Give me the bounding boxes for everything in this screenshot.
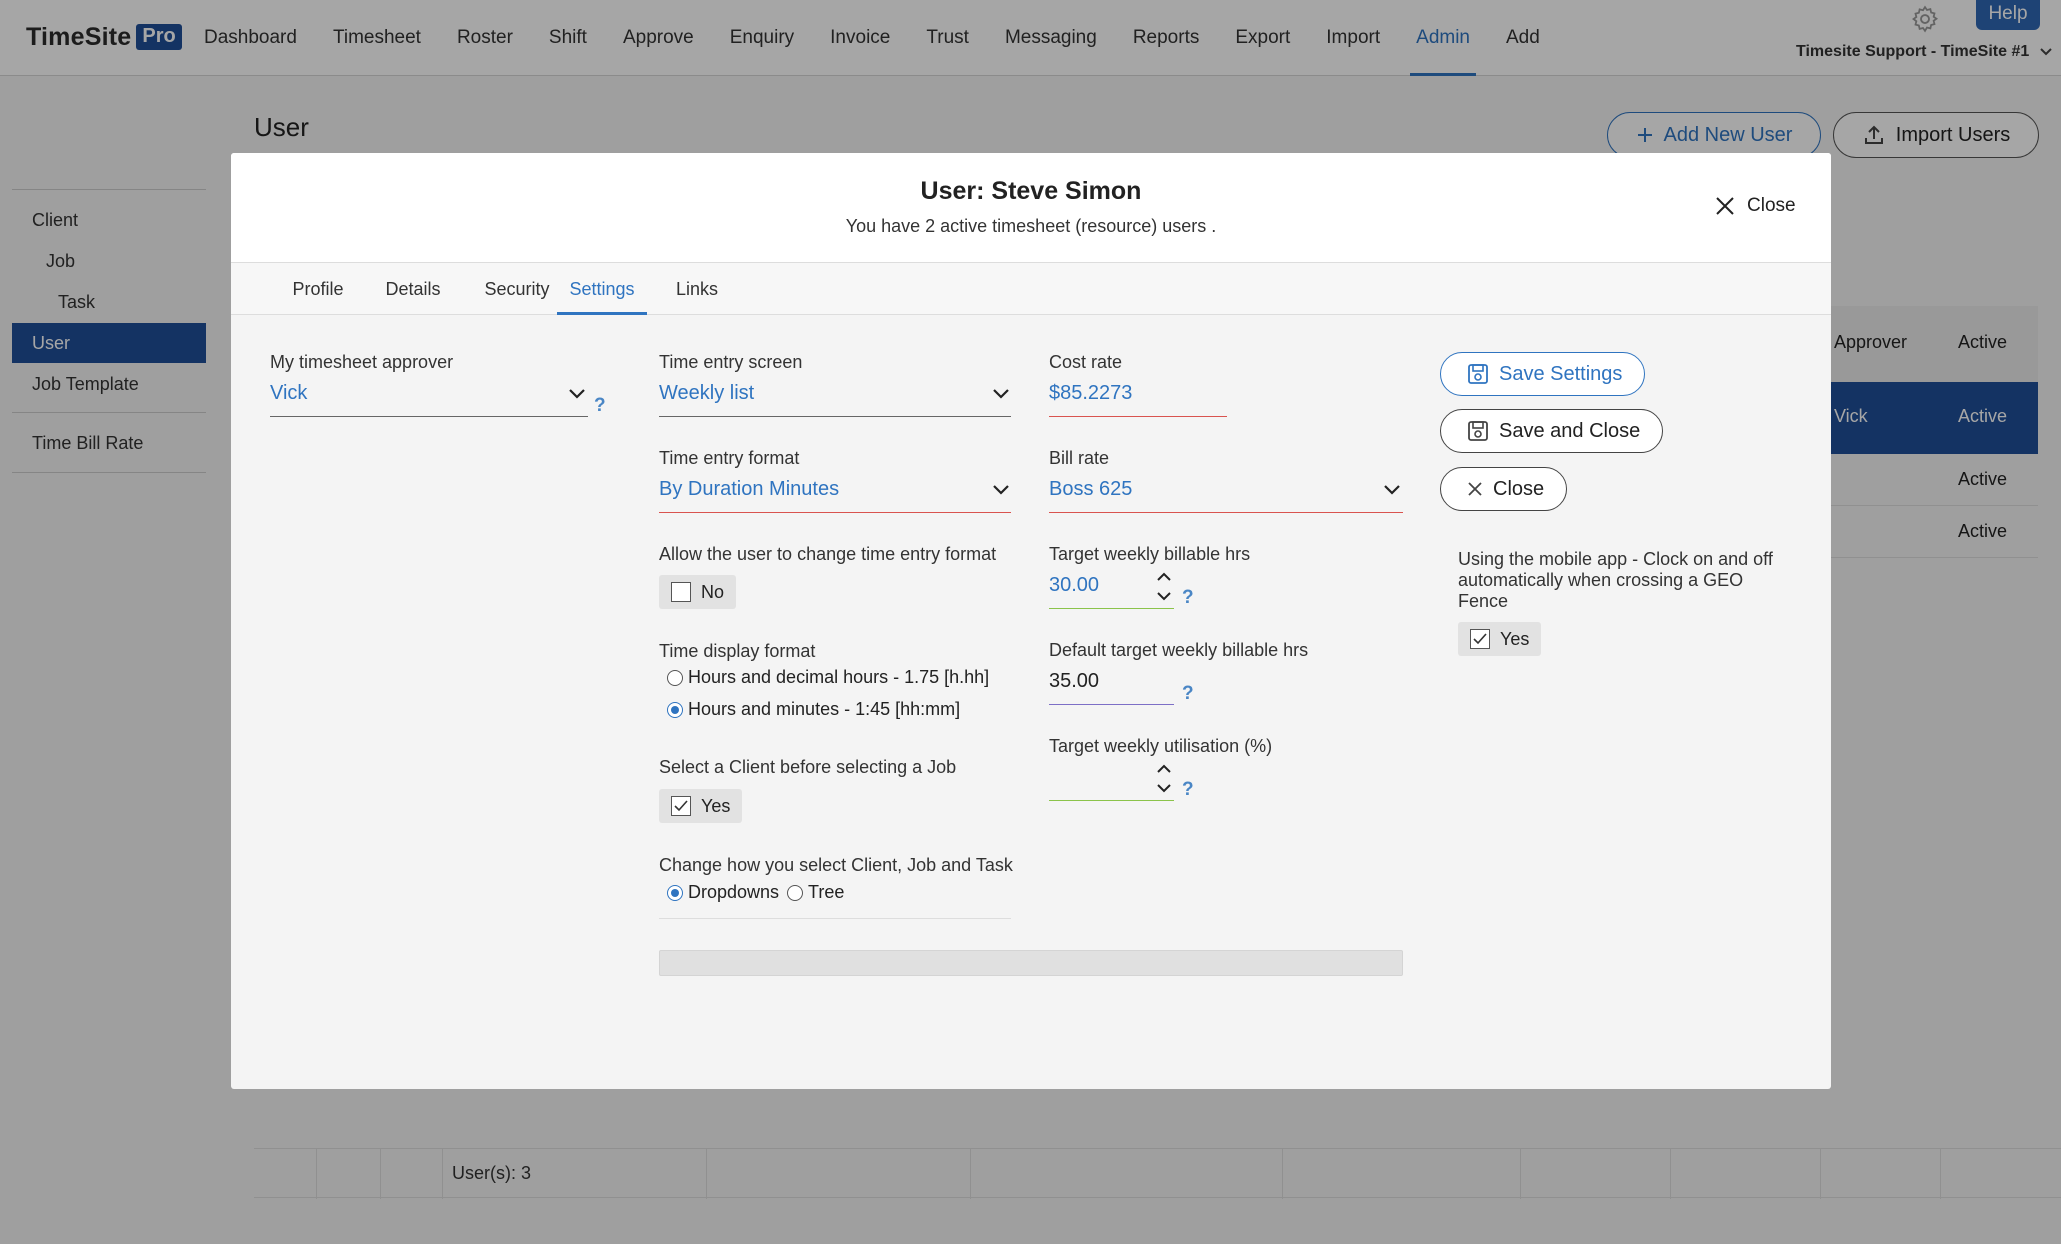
checkbox-unchecked-icon	[671, 582, 691, 602]
cost-rate-input[interactable]: $85.2273	[1049, 382, 1132, 405]
radio-hours-minutes[interactable]: Hours and minutes - 1:45 [hh:mm]	[667, 699, 960, 720]
close-icon	[1467, 481, 1483, 497]
save-settings-label: Save Settings	[1499, 362, 1623, 385]
time-display-format-label: Time display format	[659, 641, 816, 661]
number-spinner-icon[interactable]	[1155, 761, 1173, 797]
select-client-first-label: Select a Client before selecting a Job	[659, 757, 957, 777]
modal-header: User: Steve Simon You have 2 active time…	[231, 153, 1831, 263]
select-client-first-checkbox[interactable]: Yes	[659, 789, 743, 823]
chevron-down-icon[interactable]	[568, 388, 586, 400]
geo-fence-checkbox[interactable]: Yes	[1458, 622, 1542, 656]
target-weekly-utilisation-label: Target weekly utilisation (%)	[1049, 736, 1273, 756]
cost-rate-underline	[1049, 416, 1227, 417]
close-button[interactable]: Close	[1440, 467, 1568, 511]
radio-dropdowns[interactable]: Dropdowns	[667, 882, 779, 903]
modal-close-label: Close	[1747, 195, 1796, 216]
bill-rate-select[interactable]: Boss 625	[1049, 478, 1132, 501]
tab-settings[interactable]: Settings	[557, 263, 647, 315]
select-client-first-value: Yes	[701, 795, 731, 816]
geo-fence-value: Yes	[1500, 628, 1530, 649]
radio-hours-minutes-label: Hours and minutes - 1:45 [hh:mm]	[688, 699, 961, 719]
progress-bar	[659, 950, 1403, 976]
radio-tree[interactable]: Tree	[787, 882, 844, 903]
cost-rate-label: Cost rate	[1049, 352, 1123, 372]
radio-button-selected	[667, 884, 683, 901]
approver-help-icon[interactable]: ?	[594, 395, 606, 417]
allow-change-format-label: Allow the user to change time entry form…	[659, 544, 997, 564]
utilisation-help-icon[interactable]: ?	[1182, 779, 1194, 801]
approver-label: My timesheet approver	[270, 352, 454, 372]
chevron-down-icon[interactable]	[992, 388, 1010, 400]
allow-change-format-value: No	[701, 581, 725, 602]
bill-rate-underline	[1049, 512, 1403, 513]
save-settings-button[interactable]: Save Settings	[1440, 352, 1646, 396]
radio-decimal-hours-label: Hours and decimal hours - 1.75 [h.hh]	[688, 667, 990, 687]
modal-close-button[interactable]: Close	[1715, 195, 1796, 217]
tab-profile[interactable]: Profile	[271, 263, 365, 315]
target-weekly-billable-label: Target weekly billable hrs	[1049, 544, 1251, 564]
radio-decimal-hours[interactable]: Hours and decimal hours - 1.75 [h.hh]	[667, 667, 989, 688]
tab-details[interactable]: Details	[367, 263, 459, 315]
save-icon	[1467, 420, 1489, 442]
geo-fence-label: Using the mobile app - Clock on and off …	[1458, 549, 1773, 611]
default-target-weekly-billable-value: 35.00	[1049, 670, 1100, 692]
time-entry-format-label: Time entry format	[659, 448, 800, 468]
radio-button	[787, 884, 803, 901]
close-icon	[1715, 196, 1735, 216]
time-entry-format-underline	[659, 512, 1011, 513]
chevron-down-icon[interactable]	[992, 484, 1010, 496]
checkbox-checked-icon	[671, 796, 691, 816]
modal-tabs: Profile Details Security Settings Links	[231, 263, 1831, 315]
radio-button	[667, 669, 683, 686]
user-settings-modal: User: Steve Simon You have 2 active time…	[231, 153, 1831, 1089]
target-weekly-utilisation-underline	[1049, 800, 1174, 801]
time-entry-screen-underline	[659, 416, 1011, 417]
save-icon	[1467, 363, 1489, 385]
radio-tree-label: Tree	[808, 882, 845, 902]
time-entry-screen-label: Time entry screen	[659, 352, 803, 372]
target-weekly-billable-underline	[1049, 608, 1174, 609]
number-spinner-icon[interactable]	[1155, 569, 1173, 605]
chevron-down-icon[interactable]	[1383, 484, 1401, 496]
tab-links[interactable]: Links	[651, 263, 743, 315]
default-target-help-icon[interactable]: ?	[1182, 683, 1194, 705]
save-and-close-label: Save and Close	[1499, 419, 1641, 442]
section-divider	[659, 918, 1011, 919]
radio-dropdowns-label: Dropdowns	[688, 882, 780, 902]
radio-button-selected	[667, 701, 683, 718]
time-entry-screen-select[interactable]: Weekly list	[659, 382, 754, 405]
approver-underline	[270, 416, 588, 417]
approver-select[interactable]: Vick	[270, 382, 307, 405]
modal-subtitle: You have 2 active timesheet (resource) u…	[845, 216, 1217, 236]
bill-rate-label: Bill rate	[1049, 448, 1110, 468]
target-weekly-billable-help-icon[interactable]: ?	[1182, 587, 1194, 609]
target-weekly-billable-input[interactable]: 30.00	[1049, 574, 1099, 597]
close-button-label: Close	[1493, 477, 1545, 500]
modal-title: User: Steve Simon	[920, 177, 1142, 205]
allow-change-format-checkbox[interactable]: No	[659, 575, 737, 609]
save-and-close-button[interactable]: Save and Close	[1440, 409, 1664, 453]
selection-method-label: Change how you select Client, Job and Ta…	[659, 855, 1013, 875]
default-target-weekly-billable-label: Default target weekly billable hrs	[1049, 640, 1309, 660]
checkbox-checked-icon	[1470, 629, 1490, 649]
time-entry-format-select[interactable]: By Duration Minutes	[659, 478, 839, 501]
default-target-underline	[1049, 704, 1174, 705]
